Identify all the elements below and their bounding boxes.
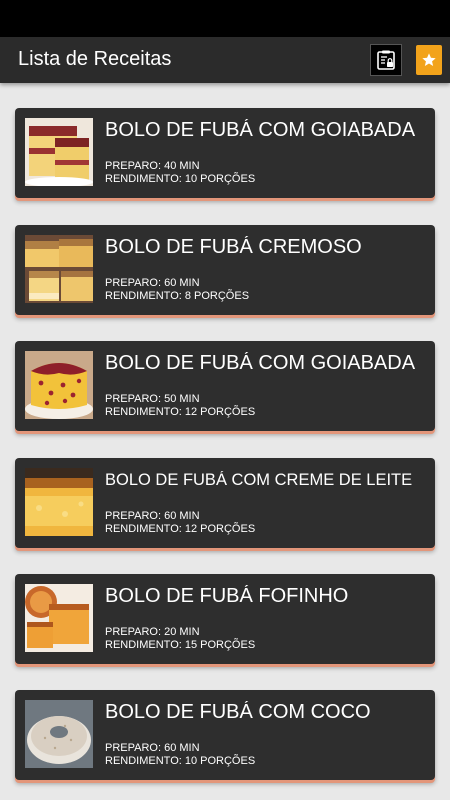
status-bar xyxy=(0,0,450,37)
favorites-button[interactable] xyxy=(416,45,442,75)
recipe-thumbnail xyxy=(25,584,93,652)
recipe-prep-time: PREPARO: 60 MIN xyxy=(105,742,200,754)
recipe-thumbnail xyxy=(25,118,93,186)
recipe-prep-time: PREPARO: 60 MIN xyxy=(105,510,200,522)
recipe-thumbnail xyxy=(25,468,93,536)
recipe-prep-time: PREPARO: 40 MIN xyxy=(105,160,200,172)
recipe-title: BOLO DE FUBÁ FOFINHO xyxy=(105,585,349,607)
recipe-yield: RENDIMENTO: 12 PORÇÕES xyxy=(105,406,256,418)
recipe-card[interactable]: BOLO DE FUBÁ FOFINHO PREPARO: 20 MIN REN… xyxy=(15,574,435,664)
recipe-card[interactable]: BOLO DE FUBÁ COM GOIABADA PREPARO: 50 MI… xyxy=(15,341,435,431)
recipe-title: BOLO DE FUBÁ COM GOIABADA xyxy=(105,352,416,374)
privacy-button[interactable] xyxy=(370,44,402,76)
recipe-prep-time: PREPARO: 50 MIN xyxy=(105,393,200,405)
recipe-card[interactable]: BOLO DE FUBÁ CREMOSO PREPARO: 60 MIN REN… xyxy=(15,225,435,315)
recipe-card[interactable]: BOLO DE FUBÁ COM GOIABADA PREPARO: 40 MI… xyxy=(15,108,435,198)
recipe-yield: RENDIMENTO: 15 PORÇÕES xyxy=(105,639,256,651)
recipe-list[interactable]: BOLO DE FUBÁ COM GOIABADA PREPARO: 40 MI… xyxy=(0,83,450,800)
recipe-prep-time: PREPARO: 60 MIN xyxy=(105,277,200,289)
recipe-title: BOLO DE FUBÁ COM GOIABADA xyxy=(105,119,416,141)
recipe-title: BOLO DE FUBÁ COM COCO xyxy=(105,701,371,723)
recipe-yield: RENDIMENTO: 10 PORÇÕES xyxy=(105,173,256,185)
recipe-thumbnail xyxy=(25,351,93,419)
recipe-title: BOLO DE FUBÁ CREMOSO xyxy=(105,236,362,258)
recipe-yield: RENDIMENTO: 12 PORÇÕES xyxy=(105,523,256,535)
app-bar: Lista de Receitas xyxy=(0,37,450,83)
star-bookmark-icon xyxy=(422,53,436,66)
recipe-card[interactable]: BOLO DE FUBÁ COM CREME DE LEITE PREPARO:… xyxy=(15,458,435,548)
recipe-card[interactable]: BOLO DE FUBÁ COM COCO PREPARO: 60 MIN RE… xyxy=(15,690,435,780)
recipe-title: BOLO DE FUBÁ COM CREME DE LEITE xyxy=(105,471,413,489)
recipe-thumbnail xyxy=(25,235,93,303)
recipe-yield: RENDIMENTO: 10 PORÇÕES xyxy=(105,755,256,767)
privacy-lock-icon xyxy=(377,50,395,70)
recipe-prep-time: PREPARO: 20 MIN xyxy=(105,626,200,638)
recipe-yield: RENDIMENTO: 8 PORÇÕES xyxy=(105,290,250,302)
recipe-thumbnail xyxy=(25,700,93,768)
app-title: Lista de Receitas xyxy=(18,48,172,70)
